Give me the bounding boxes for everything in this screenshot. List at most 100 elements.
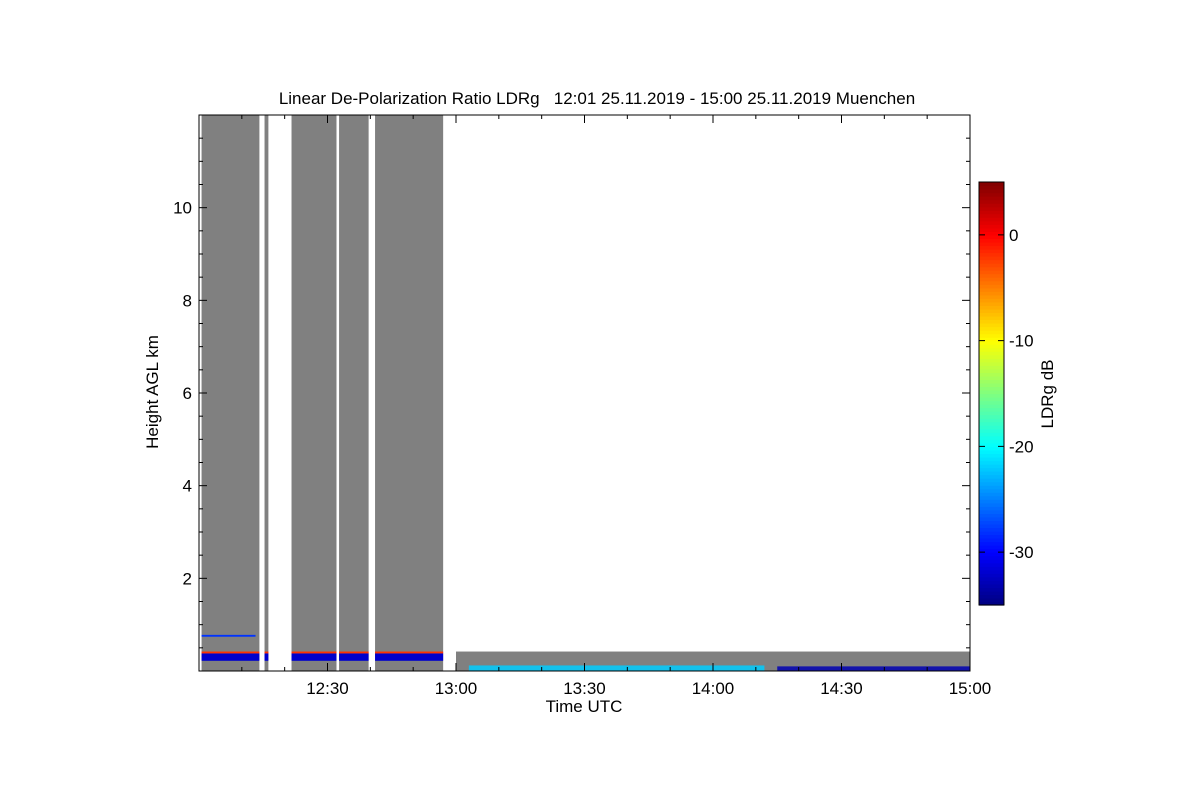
colorbar-step — [979, 294, 1004, 299]
colorbar-step — [979, 213, 1004, 218]
colorbar: 0 -10 -20 -30 — [978, 181, 1034, 606]
colorbar-step — [979, 404, 1004, 409]
colorbar-step — [979, 386, 1004, 391]
colorbar-step — [979, 312, 1004, 317]
x-tick-labels: 12:30 13:00 13:30 14:00 14:30 15:00 — [306, 679, 991, 698]
colorbar-step — [979, 439, 1004, 444]
colorbar-step — [979, 587, 1004, 592]
colorbar-step — [979, 545, 1004, 550]
colorbar-step — [979, 428, 1004, 433]
colorbar-step — [979, 365, 1004, 370]
colorbar-step — [979, 449, 1004, 455]
plot-data-layer — [201, 115, 970, 671]
colorbar-step — [979, 220, 1004, 225]
colorbar-step — [979, 372, 1004, 377]
colorbar-step — [979, 358, 1004, 363]
colorbar-step — [979, 541, 1004, 546]
colorbar-step — [979, 234, 1004, 239]
x-tick-label: 14:00 — [692, 679, 735, 698]
colorbar-step — [979, 284, 1004, 289]
colorbar-step — [979, 474, 1004, 479]
x-tick-label: 15:00 — [949, 679, 992, 698]
feature-2-segment — [264, 651, 269, 654]
no-signal-column-2 — [264, 115, 269, 671]
colorbar-step — [979, 291, 1004, 296]
colorbar-step — [979, 340, 1004, 345]
no-signal-column-3 — [291, 115, 337, 671]
colorbar-step — [979, 513, 1004, 518]
colorbar-step — [979, 562, 1004, 567]
colorbar-step — [979, 273, 1004, 278]
no-signal-column-1 — [201, 115, 260, 671]
y-tick-label: 8 — [183, 291, 192, 310]
feature-5 — [468, 665, 765, 671]
colorbar-step — [979, 305, 1004, 310]
feature-4 — [777, 666, 970, 671]
colorbar-step — [979, 280, 1004, 285]
colorbar-step — [979, 534, 1004, 539]
colorbar-step — [979, 298, 1004, 303]
colorbar-step — [979, 199, 1004, 204]
colorbar-step — [979, 555, 1004, 560]
colorbar-step — [979, 379, 1004, 384]
colorbar-step — [979, 559, 1004, 564]
colorbar-step — [979, 224, 1004, 229]
colorbar-step — [979, 421, 1004, 426]
colorbar-step — [979, 460, 1004, 465]
colorbar-step — [979, 516, 1004, 521]
colorbar-step — [979, 330, 1004, 335]
feature-1-segment — [375, 653, 444, 661]
feature-1-segment — [339, 653, 369, 661]
feature-2-segment — [375, 651, 444, 654]
colorbar-step — [979, 569, 1004, 574]
colorbar-tick-label: -30 — [1009, 543, 1034, 562]
colorbar-tick-label: -20 — [1009, 437, 1034, 456]
colorbar-step — [979, 182, 1004, 187]
colorbar-step — [979, 347, 1004, 352]
colorbar-step — [979, 333, 1004, 338]
colorbar-step — [979, 464, 1004, 469]
colorbar-step — [979, 411, 1004, 416]
feature-3-segment — [201, 634, 256, 637]
colorbar-step — [979, 488, 1004, 493]
colorbar-step — [979, 566, 1004, 571]
colorbar-step — [979, 368, 1004, 373]
colorbar-step — [979, 520, 1004, 525]
colorbar-step — [979, 227, 1004, 232]
feature-2-segment — [291, 651, 337, 654]
feature-1-segment — [291, 653, 337, 661]
colorbar-step — [979, 344, 1004, 349]
colorbar-step — [979, 210, 1004, 215]
colorbar-step — [979, 393, 1004, 398]
colorbar-step — [979, 185, 1004, 190]
colorbar-step — [979, 263, 1004, 268]
colorbar-step — [979, 270, 1004, 275]
colorbar-step — [979, 456, 1004, 462]
x-tick-label: 14:30 — [820, 679, 863, 698]
colorbar-step — [979, 252, 1004, 257]
colorbar-step — [979, 499, 1004, 504]
feature-1-segment — [264, 653, 269, 661]
feature-2-segment — [201, 651, 260, 654]
colorbar-label: LDRg dB — [1038, 360, 1057, 429]
colorbar-step — [979, 590, 1004, 596]
y-axis-label: Height AGL km — [143, 335, 162, 449]
colorbar-step — [979, 495, 1004, 500]
colorbar-step — [979, 259, 1004, 264]
colorbar-step — [979, 400, 1004, 405]
colorbar-step — [979, 375, 1004, 380]
colorbar-step — [979, 354, 1004, 359]
colorbar-step — [979, 538, 1004, 543]
colorbar-step — [979, 478, 1004, 483]
colorbar-step — [979, 583, 1004, 588]
colorbar-step — [979, 277, 1004, 282]
colorbar-step — [979, 301, 1004, 306]
colorbar-step — [979, 287, 1004, 292]
chart-title: Linear De-Polarization Ratio LDRg 12:01 … — [279, 89, 915, 108]
colorbar-step — [979, 530, 1004, 536]
colorbar-step — [979, 323, 1004, 328]
colorbar-step — [979, 418, 1004, 423]
colorbar-step — [979, 203, 1004, 208]
colorbar-step — [979, 446, 1004, 451]
no-signal-column-4 — [339, 115, 369, 671]
